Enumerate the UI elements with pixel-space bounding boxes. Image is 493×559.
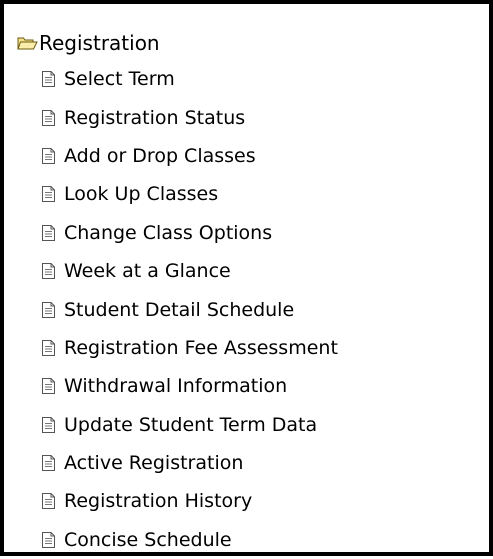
menu-item-change-class-options[interactable]: Change Class Options xyxy=(42,214,338,252)
document-icon xyxy=(42,378,55,395)
document-icon xyxy=(42,109,55,126)
menu-link-registration-status[interactable]: Registration Status xyxy=(64,106,245,130)
menu-link-registration-history[interactable]: Registration History xyxy=(64,489,252,513)
menu-link-week-at-a-glance[interactable]: Week at a Glance xyxy=(64,259,231,283)
menu-link-student-detail-schedule[interactable]: Student Detail Schedule xyxy=(64,298,294,322)
menu-link-withdrawal-information[interactable]: Withdrawal Information xyxy=(64,374,287,398)
document-icon xyxy=(42,263,55,280)
menu-link-active-registration[interactable]: Active Registration xyxy=(64,451,243,475)
document-icon xyxy=(42,71,55,88)
menu-panel: Registration Select Term Registration St… xyxy=(0,0,493,556)
menu-item-concise-schedule[interactable]: Concise Schedule xyxy=(42,521,338,559)
menu-link-registration-fee-assessment[interactable]: Registration Fee Assessment xyxy=(64,336,338,360)
document-icon xyxy=(42,224,55,241)
menu-link-concise-schedule[interactable]: Concise Schedule xyxy=(64,528,232,552)
registration-folder[interactable]: Registration xyxy=(17,30,160,56)
menu-item-look-up-classes[interactable]: Look Up Classes xyxy=(42,175,338,213)
folder-label: Registration xyxy=(39,31,160,55)
document-icon xyxy=(42,531,55,548)
document-icon xyxy=(42,301,55,318)
menu-item-registration-history[interactable]: Registration History xyxy=(42,482,338,520)
menu-item-student-detail-schedule[interactable]: Student Detail Schedule xyxy=(42,290,338,328)
menu-item-update-student-term-data[interactable]: Update Student Term Data xyxy=(42,406,338,444)
menu-item-withdrawal-information[interactable]: Withdrawal Information xyxy=(42,367,338,405)
document-icon xyxy=(42,416,55,433)
document-icon xyxy=(42,147,55,164)
menu-link-look-up-classes[interactable]: Look Up Classes xyxy=(64,182,218,206)
menu-item-select-term[interactable]: Select Term xyxy=(42,60,338,98)
menu-item-registration-status[interactable]: Registration Status xyxy=(42,98,338,136)
document-icon xyxy=(42,455,55,472)
open-folder-icon xyxy=(17,35,38,51)
document-icon xyxy=(42,186,55,203)
menu-link-select-term[interactable]: Select Term xyxy=(64,67,175,91)
registration-menu-list: Select Term Registration Status Add or D… xyxy=(42,60,338,559)
menu-link-update-student-term-data[interactable]: Update Student Term Data xyxy=(64,413,317,437)
menu-item-active-registration[interactable]: Active Registration xyxy=(42,444,338,482)
menu-item-add-or-drop-classes[interactable]: Add or Drop Classes xyxy=(42,137,338,175)
menu-link-add-or-drop-classes[interactable]: Add or Drop Classes xyxy=(64,144,256,168)
menu-item-registration-fee-assessment[interactable]: Registration Fee Assessment xyxy=(42,329,338,367)
menu-link-change-class-options[interactable]: Change Class Options xyxy=(64,221,272,245)
menu-item-week-at-a-glance[interactable]: Week at a Glance xyxy=(42,252,338,290)
document-icon xyxy=(42,339,55,356)
document-icon xyxy=(42,493,55,510)
